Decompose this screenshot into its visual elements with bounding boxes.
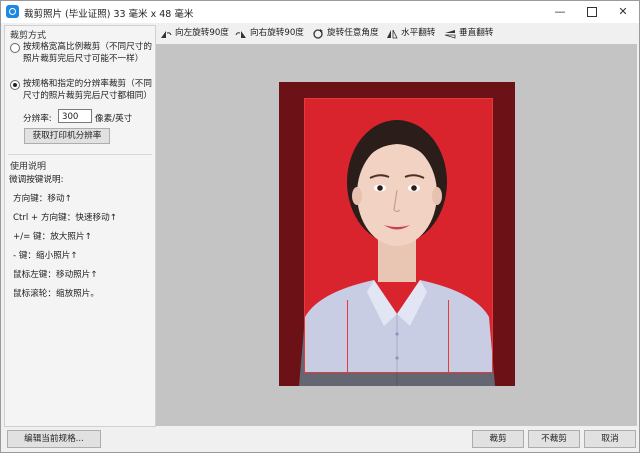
cancel-button[interactable]: 取消 <box>584 430 636 448</box>
radio-ratio-label: 按规格宽高比例裁剪（不同尺寸的照片裁剪完后尺寸可能不一样） <box>23 42 152 64</box>
flip-horizontal-label: 水平翻转 <box>401 28 436 38</box>
app-logo-icon <box>6 5 19 18</box>
crop-frame-top[interactable] <box>304 98 493 99</box>
flip-horizontal-icon <box>387 29 398 38</box>
crop-button[interactable]: 裁剪 <box>472 430 524 448</box>
resolution-unit: 像素/英寸 <box>95 114 133 124</box>
no-crop-button[interactable]: 不裁剪 <box>528 430 580 448</box>
rotate-right-icon <box>235 30 246 38</box>
minimize-button[interactable]: — <box>544 1 576 23</box>
maximize-icon <box>587 7 597 17</box>
rotate-any-angle-button[interactable]: 旋转任意角度 <box>312 26 379 41</box>
help-title: 使用说明 <box>10 162 47 172</box>
help-subtitle: 微调按键说明: <box>9 175 64 185</box>
help-line-mouse-wheel: 鼠标滚轮：缩放照片。 <box>13 289 99 299</box>
radio-ratio-indicator[interactable] <box>10 43 20 53</box>
get-printer-resolution-button[interactable]: 获取打印机分辨率 <box>24 128 110 144</box>
flip-vertical-button[interactable]: 垂直翻转 <box>444 26 493 41</box>
options-panel: 裁剪方式 按规格宽高比例裁剪（不同尺寸的照片裁剪完后尺寸可能不一样） 按规格和指… <box>4 25 156 427</box>
help-line-zoom-out: - 键：缩小照片↑ <box>13 251 78 261</box>
radio-resolution-indicator[interactable] <box>10 80 20 90</box>
window-title: 裁剪照片 (毕业证照) 33 毫米 x 48 毫米 <box>24 9 194 20</box>
title-bar: 裁剪照片 (毕业证照) 33 毫米 x 48 毫米 — ✕ <box>1 1 639 23</box>
radio-crop-by-resolution[interactable]: 按规格和指定的分辨率裁剪（不同尺寸的照片裁剪完后尺寸都相同） <box>10 79 152 102</box>
crop-guide-right <box>448 300 449 373</box>
crop-guide-left <box>347 300 348 373</box>
rotate-left-label: 向左旋转90度 <box>175 28 229 38</box>
flip-vertical-label: 垂直翻转 <box>459 28 494 38</box>
flip-horizontal-button[interactable]: 水平翻转 <box>386 26 435 41</box>
crop-mode-title: 裁剪方式 <box>10 31 47 41</box>
rotate-right-label: 向右旋转90度 <box>250 28 304 38</box>
photo-preview-area[interactable] <box>156 44 637 426</box>
crop-frame-bottom[interactable] <box>304 372 493 373</box>
toolbar: 向左旋转90度 向右旋转90度 旋转任意角度 水平翻转 垂直翻转 <box>156 23 639 43</box>
rotate-left-icon <box>161 30 172 38</box>
radio-crop-by-ratio[interactable]: 按规格宽高比例裁剪（不同尺寸的照片裁剪完后尺寸可能不一样） <box>10 42 152 65</box>
help-line-zoom-in: +/= 键：放大照片↑ <box>13 232 92 242</box>
flip-vertical-icon <box>444 29 456 39</box>
resolution-label: 分辨率: <box>23 114 52 124</box>
portrait-photo <box>279 82 515 386</box>
rotate-any-icon <box>313 28 323 39</box>
rotate-left-button[interactable]: 向左旋转90度 <box>160 26 229 41</box>
rotate-right-button[interactable]: 向右旋转90度 <box>235 26 304 41</box>
maximize-button[interactable] <box>576 1 608 23</box>
photo-image[interactable] <box>279 82 515 386</box>
crop-frame-right[interactable] <box>492 98 493 373</box>
help-line-ctrl-arrows: Ctrl + 方向键：快速移动↑ <box>13 213 117 223</box>
rotate-any-label: 旋转任意角度 <box>327 28 379 38</box>
divider <box>8 154 152 155</box>
crop-frame-left[interactable] <box>304 98 305 373</box>
radio-resolution-label: 按规格和指定的分辨率裁剪（不同尺寸的照片裁剪完后尺寸都相同） <box>23 79 152 101</box>
help-line-arrows: 方向键：移动↑ <box>13 194 72 204</box>
crop-photo-dialog: 裁剪照片 (毕业证照) 33 毫米 x 48 毫米 — ✕ 裁剪方式 按规格宽高… <box>0 0 640 453</box>
close-button[interactable]: ✕ <box>607 1 639 23</box>
edit-spec-button[interactable]: 编辑当前规格... <box>7 430 101 448</box>
resolution-input[interactable]: 300 <box>58 109 92 123</box>
help-line-mouse-left: 鼠标左键：移动照片↑ <box>13 270 98 280</box>
